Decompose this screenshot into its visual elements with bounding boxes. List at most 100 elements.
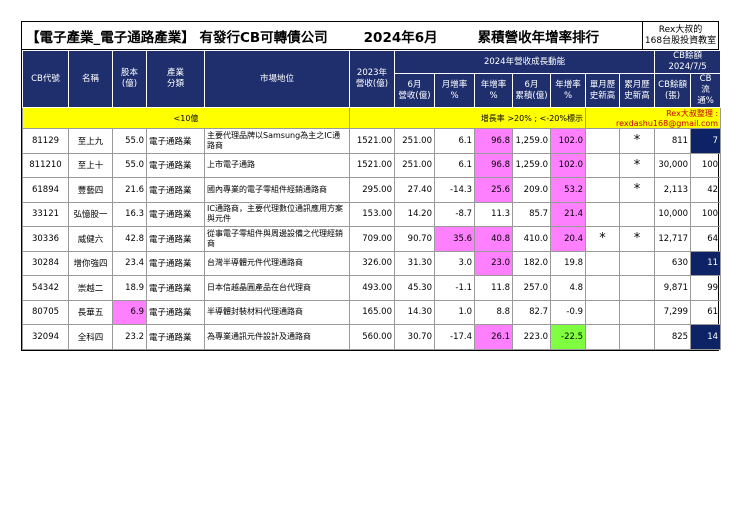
cell-monthhigh	[585, 152, 620, 178]
cell-capital: 16.3	[112, 201, 147, 227]
cell-cumhigh	[618, 275, 656, 301]
cell-name: 威健六	[68, 226, 113, 252]
cell-code: 32094	[22, 324, 69, 350]
cell-rev2023: 560.00	[349, 324, 395, 350]
cell-name: 至上九	[68, 128, 113, 154]
cell-cbflow: 100	[690, 152, 722, 178]
title-part1: 【電子產業_電子通路產業】 有發行CB可轉債公司	[26, 29, 328, 46]
cell-cbflow: 42	[690, 177, 722, 203]
hdr-industry: 產業 分類	[146, 50, 205, 108]
cell-name: 崇越二	[68, 275, 113, 301]
cell-cbbal: 9,871	[654, 275, 692, 301]
cell-monthhigh	[585, 275, 620, 301]
table-row: 33121 弘憶股一 16.3 電子通路業 IC通路商，主要代理數位通訊應用方案與元件 1…	[22, 201, 722, 227]
cell-monthhigh	[585, 201, 620, 227]
cell-m6: 251.00	[394, 128, 435, 154]
cell-industry: 電子通路業	[146, 275, 205, 301]
table-row: 81129 至上九 55.0 電子通路業 主要代理品牌以Samsung為主之IC通路商 1…	[22, 128, 722, 154]
cell-cbflow: 61	[690, 299, 722, 325]
cell-cbbal: 12,717	[654, 226, 692, 252]
cell-industry: 電子通路業	[146, 299, 205, 325]
cell-cbflow: 7	[690, 128, 722, 154]
cell-m6: 27.40	[394, 177, 435, 203]
cell-market: 為專業通訊元件設計及通路商	[204, 324, 350, 350]
cell-cumhigh	[618, 250, 656, 276]
cell-m6: 14.30	[394, 299, 435, 325]
hdr-market: 市場地位	[204, 50, 350, 108]
cell-cum6: 257.0	[512, 275, 551, 301]
cell-m6: 14.20	[394, 201, 435, 227]
cell-yoy: 26.1	[474, 324, 513, 350]
cell-industry: 電子通路業	[146, 250, 205, 276]
cell-name: 長華五	[68, 299, 113, 325]
badge-line2: 168台股投資教室	[644, 35, 717, 46]
cell-cbflow: 11	[690, 250, 722, 276]
cell-mom: 6.1	[434, 128, 475, 154]
cell-cumhigh	[618, 201, 656, 227]
cell-market: 上市電子通路	[204, 152, 350, 178]
legend-threshold: 增長率 >20% ; <-20%標示	[349, 107, 586, 129]
cell-yoy: 40.8	[474, 226, 513, 252]
table-row: 30284 增你強四 23.4 電子通路業 台灣半導體元件代理通路商 326.00 31.3…	[22, 250, 722, 276]
cell-cumhigh: *	[618, 152, 656, 178]
cell-cumhigh	[618, 324, 656, 350]
cell-capital: 55.0	[112, 152, 147, 178]
cell-capital: 21.6	[112, 177, 147, 203]
cell-monthhigh	[585, 299, 620, 325]
cell-cumyoy: 21.4	[550, 201, 586, 227]
cell-capital: 6.9	[112, 299, 147, 325]
cell-mom: -1.1	[434, 275, 475, 301]
cell-capital: 18.9	[112, 275, 147, 301]
cell-rev2023: 1521.00	[349, 152, 395, 178]
cell-market: 半導體封裝材料代理通路商	[204, 299, 350, 325]
cell-code: 80705	[22, 299, 69, 325]
cell-market: 從事電子零組件與周邊設備之代理經銷商	[204, 226, 350, 252]
hdr-cbflow: CB 流通%	[690, 73, 722, 108]
cell-m6: 30.70	[394, 324, 435, 350]
cell-industry: 電子通路業	[146, 177, 205, 203]
cell-name: 增你強四	[68, 250, 113, 276]
table-row: 30336 威健六 42.8 電子通路業 從事電子零組件與周邊設備之代理經銷商 709.0…	[22, 226, 722, 252]
hdr-name: 名稱	[68, 50, 113, 108]
cell-yoy: 96.8	[474, 152, 513, 178]
cell-monthhigh	[585, 250, 620, 276]
cell-cbbal: 630	[654, 250, 692, 276]
hdr-m6: 6月 營收(億)	[394, 73, 435, 108]
cell-code: 61894	[22, 177, 69, 203]
cell-cumhigh	[618, 299, 656, 325]
legend-small-capital: <10億	[22, 107, 350, 129]
cell-code: 54342	[22, 275, 69, 301]
cell-mom: 1.0	[434, 299, 475, 325]
hdr-monthhigh: 單月歷 史新高	[585, 73, 620, 108]
cell-m6: 90.70	[394, 226, 435, 252]
cell-mom: 6.1	[434, 152, 475, 178]
cell-capital: 23.4	[112, 250, 147, 276]
cell-code: 33121	[22, 201, 69, 227]
cell-mom: -17.4	[434, 324, 475, 350]
hdr-cumhigh: 累月歷 史新高	[618, 73, 656, 108]
cell-yoy: 11.3	[474, 201, 513, 227]
hdr-rev2023: 2023年 營收(億)	[349, 50, 395, 108]
cell-industry: 電子通路業	[146, 226, 205, 252]
cell-capital: 42.8	[112, 226, 147, 252]
hdr-code: CB代號	[22, 50, 69, 108]
cell-m6: 251.00	[394, 152, 435, 178]
title-row: 【電子產業_電子通路產業】 有發行CB可轉債公司 2024年6月 累積營收年增率…	[22, 22, 718, 50]
hdr-cumyoy: 年增率 %	[550, 73, 586, 108]
cell-capital: 55.0	[112, 128, 147, 154]
brand-badge: Rex大叔的 168台股投資教室	[642, 22, 718, 49]
cell-market: 台灣半導體元件代理通路商	[204, 250, 350, 276]
cell-rev2023: 153.00	[349, 201, 395, 227]
cell-industry: 電子通路業	[146, 152, 205, 178]
cell-cum6: 209.0	[512, 177, 551, 203]
cell-name: 弘憶股一	[68, 201, 113, 227]
cell-name: 全科四	[68, 324, 113, 350]
cell-cumyoy: 102.0	[550, 152, 586, 178]
cell-cbflow: 64	[690, 226, 722, 252]
cell-monthhigh	[585, 324, 620, 350]
hdr-cb-group: CB餘額 2024/7/5	[654, 50, 722, 74]
legend-author: Rex大叔整理 : rexdashu168@gmail.com	[584, 107, 722, 129]
cell-cumyoy: 4.8	[550, 275, 586, 301]
cell-capital: 23.2	[112, 324, 147, 350]
cell-cum6: 82.7	[512, 299, 551, 325]
